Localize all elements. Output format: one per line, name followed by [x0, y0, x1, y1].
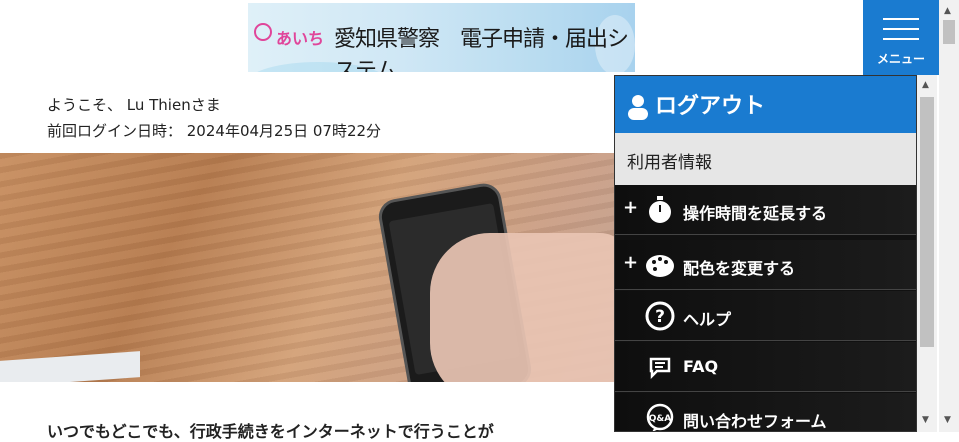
faq-icon	[649, 357, 671, 380]
welcome-block: ようこそ、 Lu Thienさま 前回ログイン日時： 2024年04月25日 0…	[47, 92, 381, 144]
stopwatch-icon	[649, 196, 671, 223]
scroll-up-icon[interactable]: ▲	[944, 6, 951, 16]
user-info-label: 利用者情報	[627, 153, 712, 173]
faq-label: FAQ	[683, 357, 719, 376]
scroll-down-icon[interactable]: ▼	[944, 415, 951, 425]
scroll-down-icon[interactable]: ▼	[922, 415, 929, 425]
scrollbar-thumb[interactable]	[920, 97, 934, 347]
contact-form-label: 問い合わせフォーム	[683, 412, 827, 431]
scrollbar-thumb[interactable]	[943, 20, 955, 44]
qa-icon: Q&A	[646, 403, 674, 431]
hamburger-icon	[883, 28, 919, 30]
hamburger-icon	[883, 18, 919, 20]
contact-form-item[interactable]: Q&A 問い合わせフォーム	[615, 393, 916, 431]
svg-text:Q&A: Q&A	[649, 414, 671, 424]
faq-item[interactable]: FAQ	[615, 342, 916, 392]
help-label: ヘルプ	[683, 310, 732, 329]
aichi-logo-icon	[254, 23, 272, 41]
intro-text: いつでもどこでも、行政手続きをインターネットで行うことが	[47, 422, 494, 441]
banner-logo-text: あいち	[276, 29, 325, 48]
menu-dropdown: ログアウト 利用者情報 + 操作時間を延長する + 配色を変更する ? ヘルプ	[614, 75, 917, 432]
page-scrollbar[interactable]: ▲ ▼	[939, 0, 959, 432]
user-info-link[interactable]: 利用者情報	[615, 133, 916, 186]
hero-image	[0, 153, 614, 382]
change-color-item[interactable]: + 配色を変更する	[615, 240, 916, 290]
logout-button[interactable]: ログアウト	[615, 76, 916, 133]
svg-text:?: ?	[655, 307, 665, 327]
hamburger-icon	[883, 38, 919, 40]
help-icon: ?	[645, 301, 675, 331]
welcome-message: ようこそ、 Lu Thienさま	[47, 96, 221, 114]
banner-title: 愛知県警察 電子申請・届出システム	[334, 27, 629, 72]
expand-plus-icon: +	[623, 197, 639, 218]
expand-plus-icon: +	[623, 252, 639, 273]
extend-time-label: 操作時間を延長する	[683, 204, 828, 223]
menu-scrollbar[interactable]: ▲ ▼	[917, 75, 937, 432]
menu-button-label: メニュー	[876, 52, 925, 66]
user-icon	[628, 95, 648, 120]
palette-icon	[646, 255, 674, 277]
change-color-label: 配色を変更する	[683, 259, 796, 278]
hand-illustration	[430, 233, 614, 382]
site-banner[interactable]: あいち 愛知県警察 電子申請・届出システム	[248, 3, 635, 72]
help-item[interactable]: ? ヘルプ	[615, 291, 916, 341]
logout-label: ログアウト	[655, 94, 766, 119]
scroll-up-icon[interactable]: ▲	[922, 80, 929, 90]
menu-button[interactable]: メニュー	[863, 0, 939, 75]
last-login-text: 前回ログイン日時： 2024年04月25日 07時22分	[47, 122, 382, 140]
extend-time-item[interactable]: + 操作時間を延長する	[615, 185, 916, 235]
